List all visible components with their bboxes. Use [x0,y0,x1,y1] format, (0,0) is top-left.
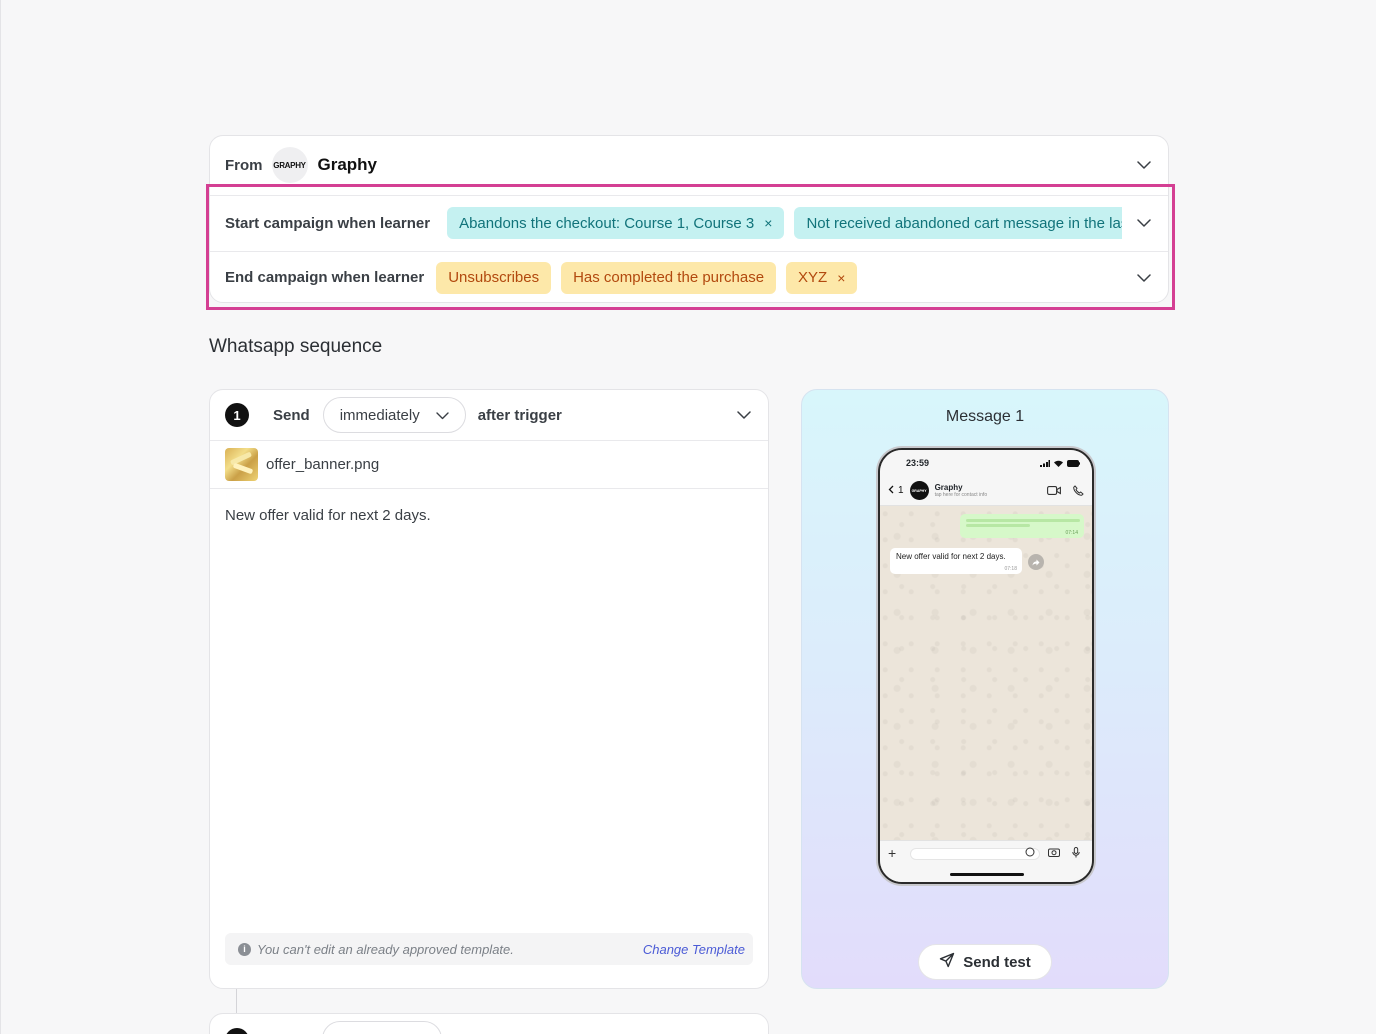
send-test-button[interactable]: Send test [918,944,1052,980]
phone-call-icon [1073,485,1084,496]
wifi-icon [1054,460,1063,467]
remove-chip-icon[interactable]: × [764,216,772,230]
end-trigger-row[interactable]: End campaign when learner Unsubscribes H… [210,251,1168,303]
message-body: New offer valid for next 2 days. [225,507,431,524]
chevron-down-icon[interactable] [734,405,754,425]
chat-avatar: GRAPHY [909,481,929,500]
campaign-settings-card: From GRAPHY Graphy Start campaign when l… [209,135,1169,303]
end-trigger-label: End campaign when learner [225,269,425,286]
sender-avatar: GRAPHY [271,147,308,183]
trigger-chip[interactable]: Not received abandoned cart message in t… [794,207,1122,239]
home-indicator [950,873,1024,876]
after-trigger-label: after trigger [477,406,562,424]
chat-area: 07:14 New offer valid for next 2 days. 0… [880,506,1092,840]
attachment-row[interactable]: offer_banner.png [210,441,768,489]
step-header: 1 Send immediately after trigger [210,390,768,441]
placeholder-line [966,519,1080,522]
chat-actions [1047,485,1084,496]
start-trigger-row[interactable]: Start campaign when learner Abandons the… [210,195,1168,250]
outgoing-time: 07:14 [1065,530,1078,536]
chat-name: Graphy [934,482,963,492]
timing-value: immediately [339,406,420,424]
video-call-icon [1047,486,1061,495]
trigger-chip-label: Not received abandoned cart message in t… [806,214,1122,232]
incoming-bubble: New offer valid for next 2 days. 07:18 [890,548,1022,574]
preview-title: Message 1 [945,408,1025,425]
trigger-chip[interactable]: Abandons the checkout: Course 1, Course … [447,207,785,239]
start-trigger-label: Start campaign when learner [225,214,431,232]
end-condition-chip[interactable]: Unsubscribes [436,261,552,294]
status-time: 23:59 [906,458,930,468]
plus-icon: + [888,845,897,861]
sticker-icon [1025,847,1035,859]
step-number-badge [225,1028,249,1034]
remove-chip-icon[interactable]: × [837,271,845,285]
end-condition-chip[interactable]: Has completed the purchase [561,261,777,294]
end-condition-label: XYZ [798,269,828,286]
info-icon: i [238,942,251,956]
send-icon [939,952,955,972]
sequence-step-card: 1 Send immediately after trigger offer_b… [209,389,769,989]
timing-dropdown[interactable]: immediately [322,397,466,433]
send-label: Send [273,406,310,424]
microphone-icon [1072,847,1080,860]
next-step-card [209,1013,769,1034]
chat-input-field [910,848,1040,860]
chevron-left-icon [888,485,894,497]
from-label: From [225,156,263,174]
sequence-connector [236,989,237,1015]
sender-name: Graphy [317,155,378,174]
incoming-time: 07:18 [1004,566,1017,572]
from-row[interactable]: From GRAPHY Graphy [210,136,1168,194]
signal-icon [1040,459,1050,467]
send-test-label: Send test [963,953,1031,971]
chat-input-bar: + [880,840,1092,882]
chevron-down-icon[interactable] [1134,213,1154,233]
attachment-filename: offer_banner.png [266,456,380,473]
chat-meta: Graphy tap here for contact info [934,482,988,498]
timing-dropdown[interactable] [322,1021,442,1034]
outgoing-bubble: 07:14 [960,514,1084,538]
change-template-link[interactable]: Change Template [643,942,745,957]
chevron-down-icon[interactable] [1134,268,1154,288]
notice-text: You can't edit an already approved templ… [257,941,514,957]
status-icons [1040,459,1080,467]
back-count: 1 [898,485,904,496]
end-condition-label: Unsubscribes [448,269,540,286]
battery-icon [1067,459,1080,467]
chevron-down-icon [435,407,449,424]
camera-icon [1048,847,1060,859]
placeholder-line [966,524,1030,527]
end-condition-chip[interactable]: XYZ × [786,261,858,294]
forward-icon [1028,554,1044,570]
trigger-chip-label: Abandons the checkout: Course 1, Course … [459,214,755,232]
phone-mockup: 23:59 1 GRAPHY Graphy tap here for conta… [878,448,1094,884]
chat-header: 1 GRAPHY Graphy tap here for contact inf… [880,476,1092,506]
start-trigger-chips: Abandons the checkout: Course 1, Course … [447,207,1122,239]
attachment-thumbnail [225,448,258,481]
approved-template-notice: i You can't edit an already approved tem… [225,933,753,965]
step-number-badge: 1 [225,403,249,427]
end-trigger-chips: Unsubscribes Has completed the purchase … [436,261,1122,294]
section-title: Whatsapp sequence [209,336,383,357]
message-preview-panel: Message 1 23:59 1 GRAPHY Graphy tap here… [801,389,1169,989]
chat-subtitle: tap here for contact info [934,491,988,498]
end-condition-label: Has completed the purchase [573,269,765,286]
incoming-text: New offer valid for next 2 days. [896,552,1006,561]
chevron-down-icon[interactable] [1134,155,1154,175]
phone-status-bar: 23:59 [880,450,1092,476]
